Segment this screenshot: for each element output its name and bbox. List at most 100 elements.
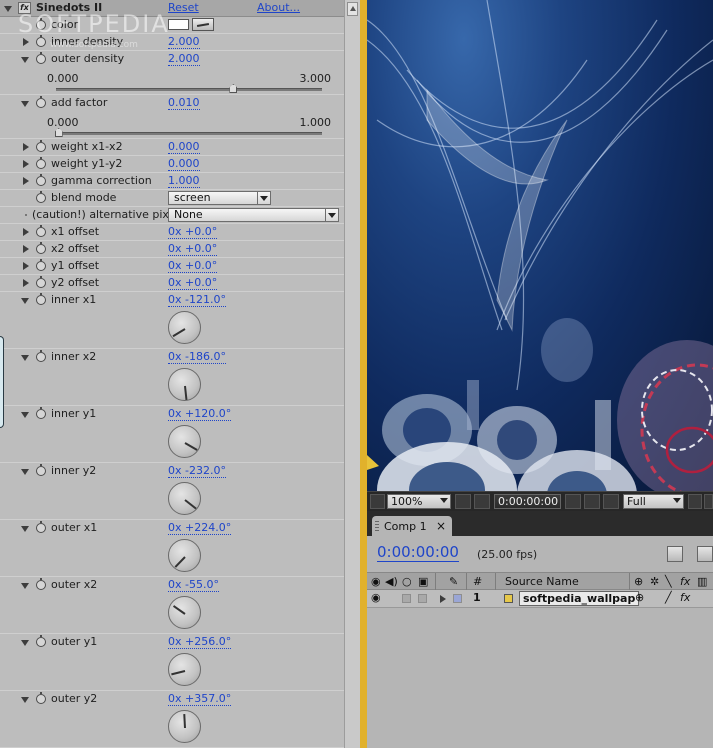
effect-header-row[interactable]: fx Sinedots II Reset About...: [0, 0, 344, 17]
stopwatch-icon[interactable]: [36, 259, 46, 271]
resolution-dropdown[interactable]: Full: [623, 494, 684, 509]
region-of-interest-icon[interactable]: [474, 494, 490, 509]
label-tag-icon[interactable]: ✎: [449, 575, 458, 588]
property-value[interactable]: 0.010: [168, 96, 200, 110]
stopwatch-icon[interactable]: [36, 96, 46, 108]
comp-mini-icon[interactable]: [697, 546, 713, 562]
transparency-grid-icon[interactable]: [704, 494, 713, 509]
stopwatch-icon[interactable]: [36, 18, 46, 30]
slider-track[interactable]: [56, 132, 322, 135]
property-value[interactable]: 1.000: [168, 174, 200, 188]
scroll-up-arrow-icon[interactable]: [347, 2, 358, 16]
angle-dial[interactable]: [168, 425, 201, 458]
layer-row[interactable]: ◉ 1 softpedia_wallpap ⊕ ╱ fx: [367, 590, 713, 608]
expand-triangle-icon[interactable]: [23, 279, 29, 287]
stopwatch-icon[interactable]: [36, 276, 46, 288]
expand-triangle-icon[interactable]: [23, 262, 29, 270]
angle-dial[interactable]: [168, 482, 201, 515]
stopwatch-icon[interactable]: [36, 157, 46, 169]
eye-icon[interactable]: ◉: [371, 591, 381, 604]
property-value[interactable]: 0x +0.0°: [168, 259, 218, 273]
property-value[interactable]: 2.000: [168, 52, 200, 66]
collapse-triangle-icon[interactable]: [21, 57, 29, 63]
audio-icon[interactable]: ◀): [385, 575, 398, 588]
alternative-pixel-dropdown[interactable]: None: [168, 208, 339, 222]
expand-triangle-icon[interactable]: [23, 38, 29, 46]
toggle-view-icon[interactable]: [370, 494, 385, 509]
property-value[interactable]: 0x +120.0°: [168, 407, 232, 421]
color-swatch[interactable]: [168, 19, 189, 30]
quality-icon[interactable]: ╲: [665, 575, 672, 588]
expand-triangle-icon[interactable]: [23, 177, 29, 185]
property-value[interactable]: 0x -232.0°: [168, 464, 226, 478]
shy-switch-icon[interactable]: ⊕: [635, 591, 644, 604]
viewer-timecode[interactable]: 0:00:00:00: [494, 494, 561, 509]
show-snapshot-icon[interactable]: [584, 494, 600, 509]
property-value[interactable]: 0x -55.0°: [168, 578, 219, 592]
collapse-triangle-icon[interactable]: [21, 101, 29, 107]
tab-grip-icon[interactable]: [375, 521, 379, 531]
about-link[interactable]: About...: [257, 1, 300, 14]
current-time-display[interactable]: 0:00:00:00: [377, 544, 459, 562]
expand-triangle-icon[interactable]: [23, 228, 29, 236]
expand-triangle-icon[interactable]: [23, 245, 29, 253]
expand-triangle-icon[interactable]: [23, 143, 29, 151]
solo-toggle[interactable]: [402, 594, 411, 603]
angle-dial[interactable]: [168, 710, 201, 743]
eye-icon[interactable]: ◉: [371, 575, 381, 588]
stopwatch-icon[interactable]: [36, 350, 46, 362]
property-value[interactable]: 0x -121.0°: [168, 293, 226, 307]
collapse-triangle-icon[interactable]: [21, 640, 29, 646]
stopwatch-icon[interactable]: [36, 174, 46, 186]
fx-switch-icon[interactable]: fx: [680, 591, 690, 604]
expand-triangle-icon[interactable]: [440, 595, 446, 603]
panel-divider[interactable]: [360, 0, 367, 748]
stopwatch-icon[interactable]: [36, 407, 46, 419]
stopwatch-icon[interactable]: [36, 35, 46, 47]
quality-switch-icon[interactable]: ╱: [665, 591, 672, 604]
lock-toggle[interactable]: [418, 594, 427, 603]
property-value[interactable]: 0x +0.0°: [168, 225, 218, 239]
property-value[interactable]: 0x +0.0°: [168, 242, 218, 256]
fx-icon[interactable]: fx: [18, 2, 31, 14]
zoom-dropdown[interactable]: 100%: [387, 494, 451, 509]
layer-name[interactable]: softpedia_wallpap: [519, 591, 640, 606]
label-color-swatch[interactable]: [453, 594, 462, 603]
slider-thumb[interactable]: [54, 128, 63, 137]
stopwatch-icon[interactable]: [36, 293, 46, 305]
property-value[interactable]: 0x +0.0°: [168, 276, 218, 290]
region-icon[interactable]: [688, 494, 702, 509]
stopwatch-icon[interactable]: [36, 225, 46, 237]
stopwatch-icon[interactable]: [36, 52, 46, 64]
property-value[interactable]: 0x +224.0°: [168, 521, 232, 535]
stopwatch-icon[interactable]: [36, 635, 46, 647]
fit-frame-icon[interactable]: [455, 494, 471, 509]
reset-link[interactable]: Reset: [168, 1, 199, 14]
column-number[interactable]: #: [473, 575, 482, 588]
stopwatch-icon[interactable]: [36, 191, 46, 203]
comp-flowchart-icon[interactable]: [667, 546, 683, 562]
collapse-triangle-icon[interactable]: [21, 355, 29, 361]
expand-triangle-icon[interactable]: [23, 160, 29, 168]
angle-dial[interactable]: [168, 596, 201, 629]
effect-panel-scrollbar[interactable]: [344, 0, 361, 748]
blend-mode-dropdown[interactable]: screen: [168, 191, 271, 205]
camera-snapshot-icon[interactable]: [565, 494, 581, 509]
angle-dial[interactable]: [168, 368, 201, 401]
angle-dial[interactable]: [168, 653, 201, 686]
eyedropper-icon[interactable]: [192, 18, 214, 31]
collapse-triangle-icon[interactable]: [21, 412, 29, 418]
angle-dial[interactable]: [168, 539, 201, 572]
panel-edge-handle[interactable]: [0, 336, 4, 428]
property-value[interactable]: 0.000: [168, 157, 200, 171]
property-value[interactable]: 0x -186.0°: [168, 350, 226, 364]
frame-blend-icon[interactable]: ▥: [697, 575, 707, 588]
slider-thumb[interactable]: [229, 84, 238, 93]
collapse-triangle-icon[interactable]: [21, 583, 29, 589]
color-channels-icon[interactable]: [603, 494, 619, 509]
stopwatch-icon[interactable]: [36, 140, 46, 152]
stopwatch-icon[interactable]: [36, 242, 46, 254]
stopwatch-icon[interactable]: [36, 521, 46, 533]
collapse-triangle-icon[interactable]: [4, 6, 12, 12]
property-value[interactable]: 0.000: [168, 140, 200, 154]
